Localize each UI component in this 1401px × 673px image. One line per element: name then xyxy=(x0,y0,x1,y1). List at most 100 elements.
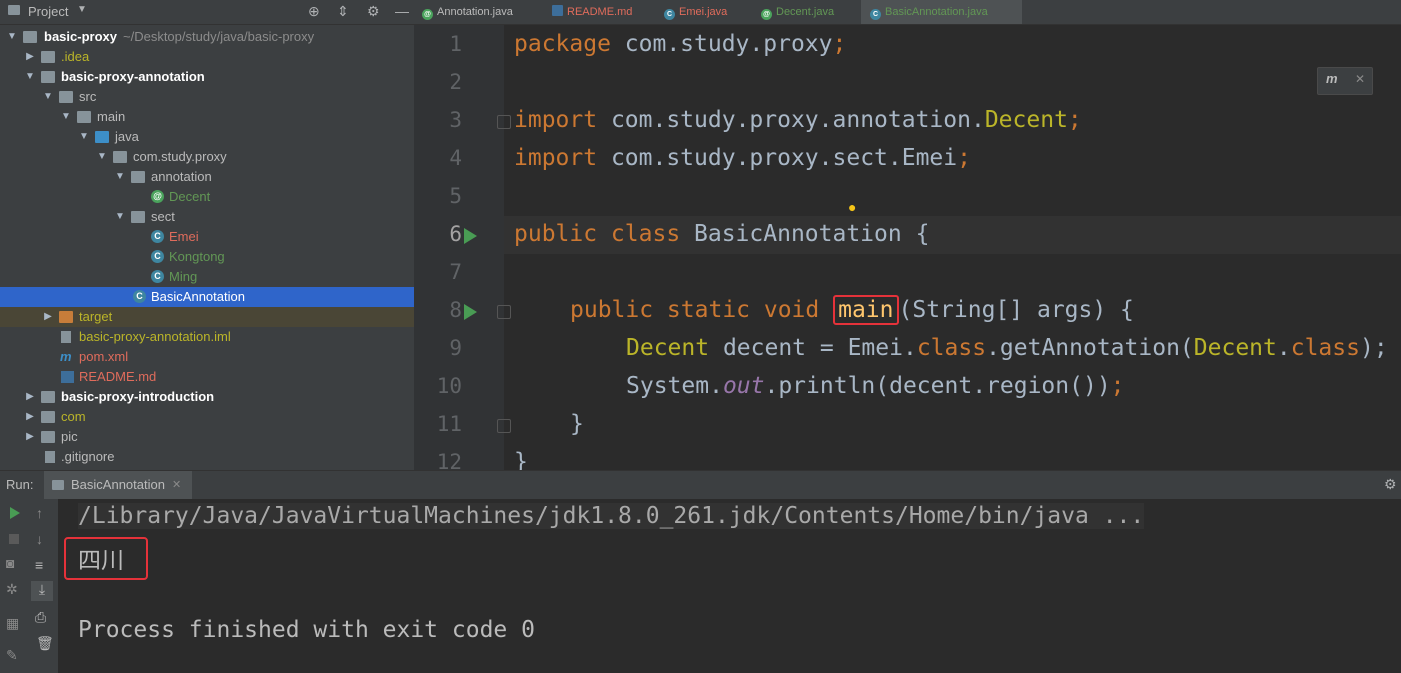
tree-item-label: .idea xyxy=(61,49,90,64)
soft-wrap-icon[interactable]: ≡ xyxy=(35,557,43,573)
camera-icon[interactable]: ◙ xyxy=(6,555,14,571)
chevron-down-icon[interactable]: ▼ xyxy=(114,167,126,187)
tree-item-annotation[interactable]: ▼ annotation xyxy=(0,167,414,187)
tab-label: README.md xyxy=(567,6,633,18)
console-output-text: 四川 xyxy=(78,548,124,574)
chevron-down-icon[interactable]: ▼ xyxy=(96,147,108,167)
line-number: 7 xyxy=(449,260,462,284)
maven-reload-icon[interactable]: m xyxy=(1326,71,1338,86)
fold-marker-icon[interactable] xyxy=(497,419,511,433)
tree-item-gitignore[interactable]: .gitignore xyxy=(0,447,414,467)
chevron-down-icon[interactable]: ▼ xyxy=(24,67,36,87)
chevron-right-icon[interactable]: ▶ xyxy=(42,307,54,327)
tree-item-basic-proxy-introduction[interactable]: ▶ basic-proxy-introduction xyxy=(0,387,414,407)
chevron-right-icon[interactable]: ▶ xyxy=(24,387,36,407)
tree-item-src[interactable]: ▼ src xyxy=(0,87,414,107)
tree-item-pom[interactable]: m pom.xml xyxy=(0,347,414,367)
tree-item-idea[interactable]: ▶ .idea xyxy=(0,47,414,67)
tree-item-kongtong[interactable]: C Kongtong xyxy=(0,247,414,267)
tree-item-target[interactable]: ▶ target xyxy=(0,307,414,327)
tree-item-basic-proxy-annotation[interactable]: ▼ basic-proxy-annotation xyxy=(0,67,414,87)
code-line-9: Decent decent = Emei.class.getAnnotation… xyxy=(626,335,1388,361)
tree-item-main[interactable]: ▼ main xyxy=(0,107,414,127)
rerun-icon[interactable] xyxy=(10,507,20,519)
chevron-right-icon[interactable]: ▶ xyxy=(24,427,36,447)
annotation-type-icon: @ xyxy=(761,9,772,20)
chevron-down-icon[interactable]: ▼ xyxy=(77,4,87,15)
tree-item-label: pom.xml xyxy=(79,349,129,364)
console-output[interactable]: /Library/Java/JavaVirtualMachines/jdk1.8… xyxy=(58,499,1401,673)
line-number: 4 xyxy=(449,146,462,170)
tab-readme[interactable]: README.md xyxy=(552,0,658,24)
trash-icon[interactable]: 🗑 xyxy=(36,635,54,652)
pin-icon[interactable]: ✎ xyxy=(6,647,18,664)
module-file-icon xyxy=(61,331,71,343)
collapse-icon[interactable]: ⇕ xyxy=(337,3,349,20)
tree-item-readme[interactable]: README.md xyxy=(0,367,414,387)
close-icon[interactable]: ✕ xyxy=(1355,72,1365,86)
class-icon: C xyxy=(870,9,881,20)
tree-item-pic[interactable]: ▶ pic xyxy=(0,427,414,447)
arrow-up-icon[interactable]: ↑ xyxy=(36,505,43,521)
tree-item-com-study-proxy[interactable]: ▼ com.study.proxy xyxy=(0,147,414,167)
run-tab[interactable]: BasicAnnotation ✕ xyxy=(44,471,192,499)
chevron-down-icon[interactable]: ▼ xyxy=(78,127,90,147)
arrow-down-icon[interactable]: ↓ xyxy=(36,531,43,547)
fold-marker-icon[interactable] xyxy=(497,115,511,129)
stop-icon[interactable] xyxy=(9,534,19,544)
project-icon xyxy=(8,5,20,15)
tree-item-emei[interactable]: C Emei xyxy=(0,227,414,247)
tree-item-iml[interactable]: basic-proxy-annotation.iml xyxy=(0,327,414,347)
maven-reload-popup[interactable]: m ✕ xyxy=(1317,67,1373,95)
print-icon[interactable]: ⎙ xyxy=(35,609,46,626)
fold-marker-icon[interactable] xyxy=(497,305,511,319)
tree-item-sect[interactable]: ▼ sect xyxy=(0,207,414,227)
code-line-3: import com.study.proxy.annotation.Decent… xyxy=(514,107,1082,133)
folder-icon xyxy=(41,411,55,423)
chevron-down-icon[interactable]: ▼ xyxy=(42,87,54,107)
lightbulb-icon[interactable]: ● xyxy=(848,199,856,215)
layout-icon[interactable]: ▦ xyxy=(6,615,19,632)
main-method-highlight[interactable]: main xyxy=(833,295,899,325)
folder-icon xyxy=(59,91,73,103)
chevron-down-icon[interactable]: ▼ xyxy=(114,207,126,227)
minimize-icon[interactable]: — xyxy=(395,3,409,19)
tab-basicannotation-java[interactable]: C BasicAnnotation.java xyxy=(861,0,1022,24)
chevron-down-icon[interactable]: ▼ xyxy=(60,107,72,127)
locate-icon[interactable]: ⊕ xyxy=(308,3,320,20)
class-icon: C xyxy=(664,9,675,20)
gear-icon[interactable]: ⚙ xyxy=(367,3,380,20)
class-icon: C xyxy=(133,290,146,303)
tree-item-basicannotation[interactable]: C BasicAnnotation xyxy=(0,287,414,307)
tree-item-label: basic-proxy-annotation xyxy=(61,69,205,84)
tree-item-decent[interactable]: @ Decent xyxy=(0,187,414,207)
tab-annotation-java[interactable]: @ Annotation.java xyxy=(422,0,548,24)
tab-decent-java[interactable]: @ Decent.java xyxy=(761,0,861,24)
chevron-right-icon[interactable]: ▶ xyxy=(24,407,36,427)
tree-item-ming[interactable]: C Ming xyxy=(0,267,414,287)
code-editor[interactable]: 1 2 3 4 5 6 7 8 9 10 11 12 ● package com… xyxy=(414,25,1401,470)
tab-emei-java[interactable]: C Emei.java xyxy=(664,0,754,24)
run-tab-label: BasicAnnotation xyxy=(71,477,165,492)
run-class-icon[interactable] xyxy=(464,228,477,244)
chevron-down-icon[interactable]: ▼ xyxy=(6,27,18,47)
chevron-right-icon[interactable]: ▶ xyxy=(24,47,36,67)
gear-icon[interactable]: ⚙ xyxy=(1384,476,1397,493)
code-line-8: public static void main (String[] args) { xyxy=(570,295,1134,325)
close-icon[interactable]: ✕ xyxy=(172,478,181,491)
class-icon: C xyxy=(151,250,164,263)
run-main-icon[interactable] xyxy=(464,304,477,320)
console-command-line[interactable]: /Library/Java/JavaVirtualMachines/jdk1.8… xyxy=(78,503,1145,529)
tree-item-java[interactable]: ▼ java xyxy=(0,127,414,147)
tree-item-label: .gitignore xyxy=(61,449,115,464)
project-title[interactable]: Project xyxy=(28,4,68,19)
tree-item-basic-proxy[interactable]: ▼ basic-proxy ~/Desktop/study/java/basic… xyxy=(0,27,414,47)
tree-item-label: Ming xyxy=(169,269,198,284)
markdown-file-icon xyxy=(61,371,74,383)
markdown-file-icon xyxy=(552,5,563,16)
module-folder-icon xyxy=(41,71,55,83)
tree-item-com[interactable]: ▶ com xyxy=(0,407,414,427)
pin-settings-icon[interactable]: ✲ xyxy=(6,581,18,598)
tab-label: Annotation.java xyxy=(437,6,513,18)
scroll-to-end-icon[interactable]: ⤓ xyxy=(31,581,53,601)
